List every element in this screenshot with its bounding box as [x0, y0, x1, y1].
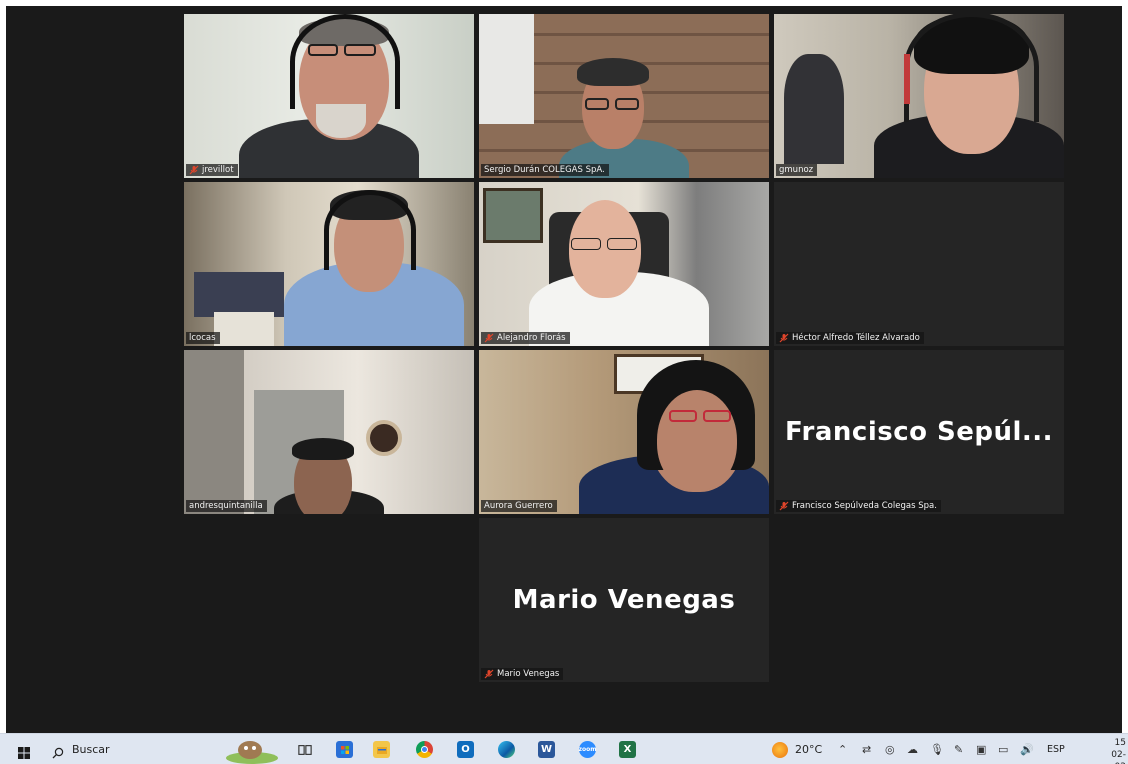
participant-name: Mario Venegas: [497, 669, 560, 679]
video-tile-jrevillot[interactable]: jrevillot: [184, 14, 474, 178]
participant-name-tag: Aurora Guerrero: [481, 500, 557, 512]
video-feed: [479, 350, 769, 514]
participant-name: Sergio Durán COLEGAS SpA.: [484, 165, 605, 175]
windows-start-icon[interactable]: [18, 744, 30, 759]
chevron-up-icon[interactable]: ⌃: [838, 743, 847, 756]
outlook-icon[interactable]: O: [457, 741, 474, 758]
muted-mic-icon: [779, 333, 789, 343]
participant-name: Alejandro Florás: [497, 333, 566, 343]
video-feed: [184, 350, 474, 514]
participant-name: Héctor Alfredo Téllez Alvarado: [792, 333, 920, 343]
weather-icon[interactable]: [772, 742, 788, 758]
video-tile-hector-tellez[interactable]: Héctor Alfredo Téllez Alvarado: [774, 182, 1064, 346]
participant-name: gmunoz: [779, 165, 814, 175]
participant-name: Aurora Guerrero: [484, 501, 553, 511]
video-feed: [479, 182, 769, 346]
muted-mic-icon: [484, 669, 494, 679]
participant-name-tag: jrevillot: [186, 164, 238, 176]
muted-mic-icon: [189, 165, 199, 175]
participant-name-tag: gmunoz: [776, 164, 818, 176]
display-icon[interactable]: ▣: [976, 743, 986, 756]
video-feed: [479, 14, 769, 178]
muted-mic-icon: [779, 501, 789, 511]
participant-name: Francisco Sepúlveda Colegas Spa.: [792, 501, 937, 511]
word-icon[interactable]: W: [538, 741, 555, 758]
webcam-icon[interactable]: ◎: [885, 743, 895, 756]
sliders-icon[interactable]: ⇄: [862, 743, 871, 756]
video-tile-francisco-sepulveda[interactable]: Francisco Sepúl... Francisco Sepúlveda C…: [774, 350, 1064, 514]
participant-name-tag: andresquintanilla: [186, 500, 267, 512]
language-indicator[interactable]: ESP: [1047, 734, 1065, 764]
windows-taskbar: Buscar O W zoom X 20°C ⌃ ⇄ ◎ ☁ 🎙 ✎ ▣ ▭ 🔊…: [0, 733, 1128, 764]
excel-icon[interactable]: X: [619, 741, 636, 758]
participant-name-tag: Francisco Sepúlveda Colegas Spa.: [776, 500, 941, 512]
participant-name: lcocas: [189, 333, 216, 343]
zoom-icon[interactable]: zoom: [579, 741, 597, 758]
clock-time: 15: [1114, 738, 1126, 748]
volume-icon[interactable]: 🔊: [1020, 743, 1034, 756]
clock-date: 02-02: [1111, 750, 1126, 764]
participant-name: andresquintanilla: [189, 501, 263, 511]
search-label: Buscar: [72, 743, 110, 756]
video-tile-gmunoz[interactable]: gmunoz: [774, 14, 1064, 178]
muted-mic-icon: [484, 333, 494, 343]
pen-icon[interactable]: ✎: [954, 743, 963, 756]
clock[interactable]: 15 02-02: [1100, 737, 1126, 764]
participant-name-tag: Alejandro Florás: [481, 332, 570, 344]
video-tile-alejandro-floras[interactable]: Alejandro Florás: [479, 182, 769, 346]
video-tile-mario-venegas[interactable]: Mario Venegas Mario Venegas: [479, 518, 769, 682]
video-tile-andresquintanilla[interactable]: andresquintanilla: [184, 350, 474, 514]
microphone-icon[interactable]: 🎙: [930, 743, 944, 756]
widget-icon[interactable]: [222, 738, 278, 764]
video-tile-lcocas[interactable]: lcocas: [184, 182, 474, 346]
video-feed: [184, 14, 474, 178]
participant-display-name: Francisco Sepúl...: [784, 417, 1054, 447]
task-view-icon[interactable]: [296, 741, 313, 758]
file-explorer-icon[interactable]: [373, 741, 390, 758]
participant-name-tag: lcocas: [186, 332, 220, 344]
taskbar-search[interactable]: Buscar: [52, 740, 110, 759]
chrome-icon[interactable]: [416, 741, 433, 758]
participant-name: jrevillot: [202, 165, 234, 175]
video-tile-aurora-guerrero[interactable]: Aurora Guerrero: [479, 350, 769, 514]
video-feed: [774, 14, 1064, 178]
participant-name-tag: Sergio Durán COLEGAS SpA.: [481, 164, 609, 176]
battery-icon[interactable]: ▭: [998, 743, 1008, 756]
participant-display-name: Mario Venegas: [512, 585, 736, 615]
search-icon: [52, 744, 64, 758]
video-tile-sergio-duran[interactable]: Sergio Durán COLEGAS SpA.: [479, 14, 769, 178]
participant-name-tag: Mario Venegas: [481, 668, 564, 680]
video-feed: [184, 182, 474, 346]
weather-temperature[interactable]: 20°C: [795, 734, 822, 764]
participant-name-tag: Héctor Alfredo Téllez Alvarado: [776, 332, 924, 344]
edge-icon[interactable]: [498, 741, 515, 758]
microsoft-store-icon[interactable]: [336, 741, 353, 758]
cloud-icon[interactable]: ☁: [907, 743, 918, 756]
meeting-gallery: jrevillot Sergio Durán COLEGAS SpA. gmun…: [6, 6, 1122, 733]
